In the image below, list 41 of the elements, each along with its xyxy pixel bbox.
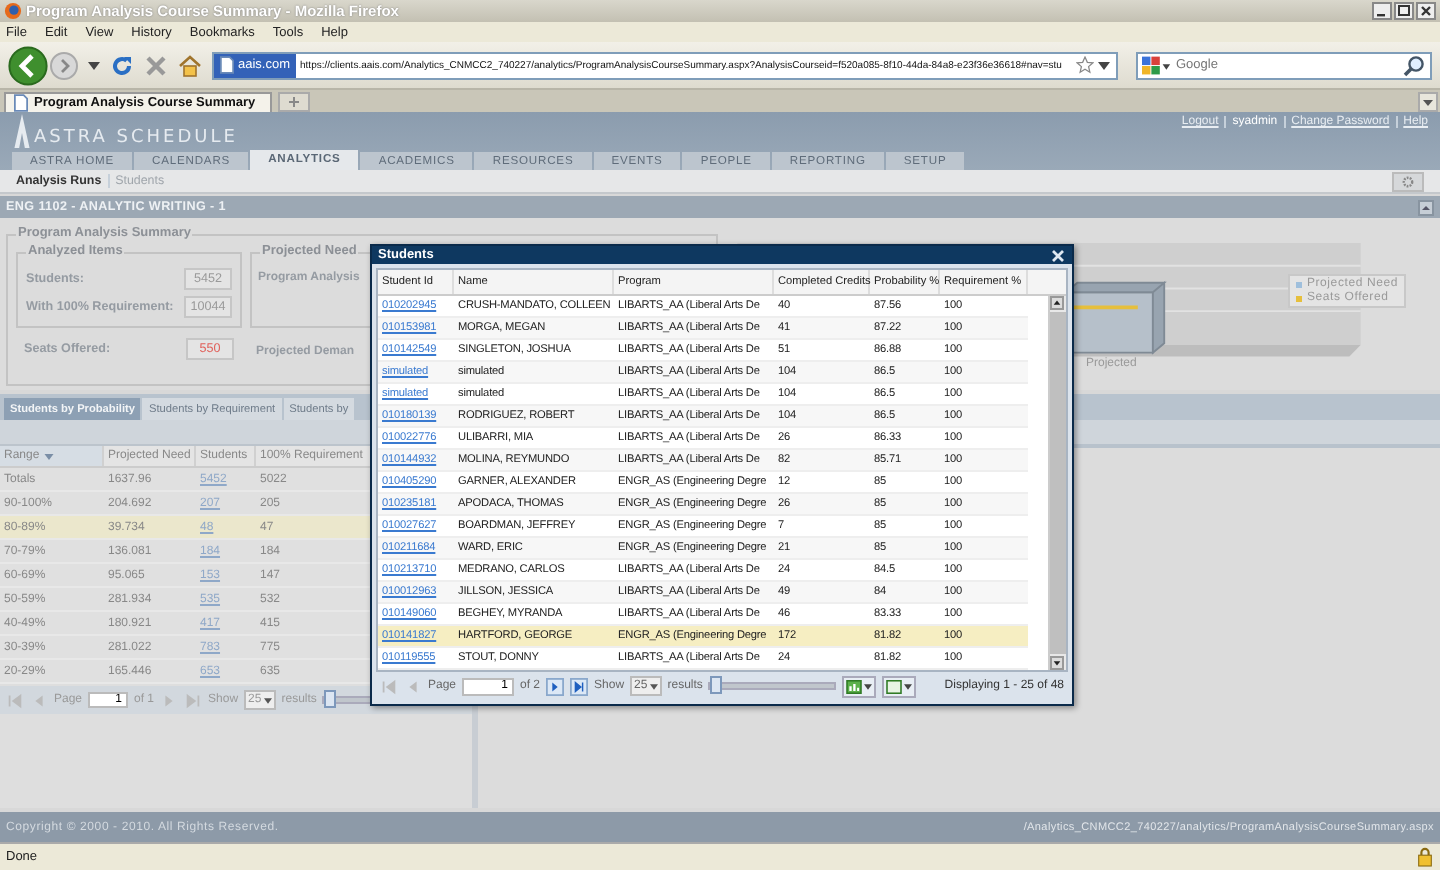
caret-icon (263, 697, 272, 703)
forward-icon[interactable] (50, 51, 78, 79)
scroll-up-icon[interactable] (1050, 296, 1064, 310)
home-icon[interactable] (178, 53, 202, 77)
caret-icon[interactable] (88, 61, 100, 69)
minimize-icon[interactable] (1372, 2, 1392, 20)
new-tab-icon[interactable] (278, 92, 310, 112)
scrollbar[interactable] (1048, 296, 1066, 670)
stop-icon[interactable] (144, 53, 168, 77)
caret-icon (649, 683, 658, 689)
logo: ASTRA SCHEDULE (34, 128, 238, 148)
caret-icon (904, 683, 913, 689)
export-grid-button[interactable] (882, 675, 917, 697)
caret-icon[interactable] (1098, 61, 1110, 69)
page-icon (220, 56, 234, 74)
slider-thumb[interactable] (324, 690, 337, 708)
back-icon[interactable] (8, 45, 48, 85)
export-chart-button[interactable] (842, 675, 877, 697)
next-page-icon[interactable] (546, 677, 565, 695)
slider-thumb[interactable] (710, 676, 723, 694)
lock-icon (1416, 846, 1434, 868)
search-engine-icon[interactable] (1142, 55, 1172, 75)
chart-icon (846, 679, 863, 693)
reload-icon[interactable] (110, 53, 134, 77)
last-page-icon[interactable] (570, 677, 589, 695)
settings-button[interactable] (1392, 171, 1424, 191)
tower-icon (12, 114, 32, 148)
scroll-down-icon[interactable] (1050, 656, 1064, 670)
page-icon (14, 94, 28, 112)
collapse-icon[interactable] (1418, 199, 1434, 215)
caret-icon[interactable] (1418, 92, 1438, 112)
sort-icon (43, 453, 54, 459)
search-icon[interactable] (1402, 53, 1426, 77)
close-icon[interactable] (1416, 2, 1436, 20)
gear-icon (1402, 175, 1414, 187)
maximize-icon[interactable] (1394, 2, 1414, 20)
star-icon[interactable] (1076, 56, 1094, 74)
scroll-thumb[interactable] (1050, 312, 1066, 654)
slider[interactable] (708, 682, 837, 690)
caret-icon (864, 683, 873, 689)
grid-icon (886, 679, 903, 693)
